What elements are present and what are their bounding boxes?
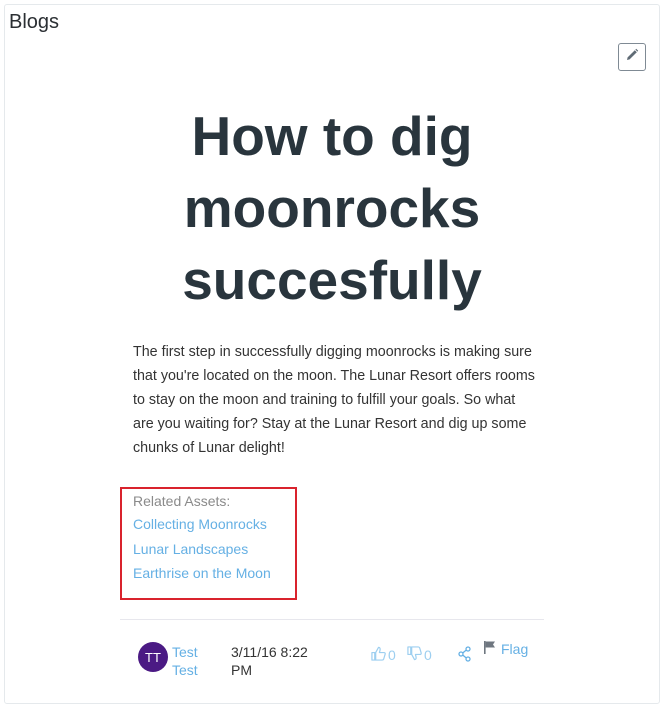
entry-body: The first step in successfully digging m… bbox=[133, 344, 535, 456]
pencil-icon bbox=[625, 48, 639, 67]
thumbs-down-count: 0 bbox=[424, 647, 432, 663]
avatar: TT bbox=[138, 642, 168, 672]
footer-divider bbox=[120, 619, 544, 620]
related-asset-link[interactable]: Lunar Landscapes bbox=[133, 541, 248, 557]
flag-button[interactable]: Flag bbox=[483, 640, 528, 657]
portlet-title: Blogs bbox=[9, 11, 60, 33]
entry-title: How to dig moonrocks succesfully bbox=[182, 105, 482, 311]
edit-button[interactable] bbox=[618, 43, 646, 71]
share-icon bbox=[458, 646, 472, 666]
author-link[interactable]: Test Test bbox=[172, 643, 212, 679]
thumbs-up-button[interactable]: 0 bbox=[371, 646, 396, 664]
flag-icon bbox=[483, 640, 501, 657]
thumbs-up-icon bbox=[371, 646, 388, 664]
thumbs-up-count: 0 bbox=[388, 647, 396, 663]
share-button[interactable] bbox=[458, 646, 472, 667]
related-asset-link[interactable]: Earthrise on the Moon bbox=[133, 565, 271, 581]
thumbs-down-button[interactable]: 0 bbox=[407, 646, 432, 664]
thumbs-down-icon bbox=[407, 646, 424, 664]
flag-label: Flag bbox=[501, 640, 529, 657]
related-asset-link[interactable]: Collecting Moonrocks bbox=[133, 516, 267, 532]
related-assets-label: Related Assets: bbox=[133, 493, 231, 509]
entry-date: 3/11/16 8:22 PM bbox=[231, 644, 308, 678]
